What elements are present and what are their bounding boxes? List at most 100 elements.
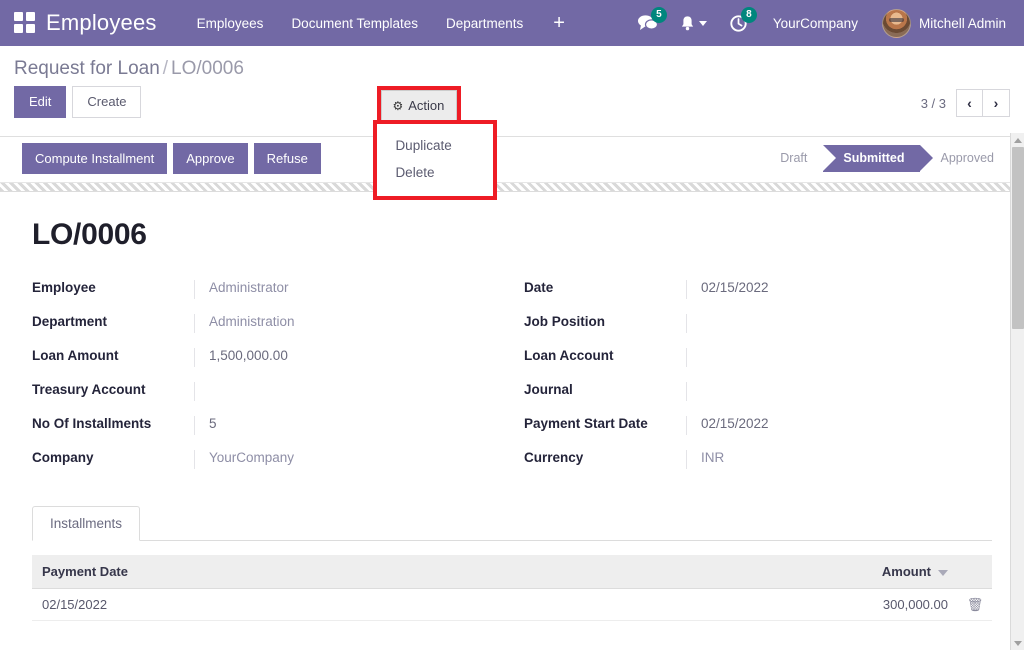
form-right-column: Date 02/15/2022 Job Position Loan Accoun…	[524, 280, 992, 484]
company-switcher[interactable]: YourCompany	[759, 2, 872, 45]
stage-draft[interactable]: Draft	[760, 144, 824, 172]
app-brand-title[interactable]: Employees	[46, 10, 157, 36]
column-actions	[958, 555, 992, 590]
breadcrumb-parent[interactable]: Request for Loan	[14, 58, 160, 79]
field-currency-value[interactable]: INR	[686, 450, 992, 470]
chevron-left-icon[interactable]: ‹	[956, 89, 983, 117]
action-item-delete[interactable]: Delete	[377, 159, 493, 186]
scroll-down-arrow-icon[interactable]	[1011, 636, 1024, 650]
field-journal-label: Journal	[524, 382, 573, 398]
compute-installment-button[interactable]: Compute Installment	[22, 142, 168, 175]
menu-item-document-templates[interactable]: Document Templates	[277, 2, 432, 45]
main-menu: Employees Document Templates Departments…	[183, 2, 581, 45]
field-date: Date 02/15/2022	[524, 280, 992, 300]
action-button[interactable]: ⚙ Action	[381, 90, 458, 122]
field-no-of-installments: No Of Installments 5	[32, 416, 500, 436]
field-payment-start-date-value[interactable]: 02/15/2022	[686, 416, 992, 436]
cell-amount[interactable]: 300,000.00	[495, 588, 958, 622]
cell-payment-date[interactable]: 03/15/2022	[32, 620, 495, 623]
installments-table-header: Payment Date Amount	[32, 555, 992, 590]
notebook: Installments Payment Date Amount 02/15/2…	[22, 506, 1002, 623]
field-date-value[interactable]: 02/15/2022	[686, 280, 992, 300]
stage-submitted[interactable]: Submitted	[823, 144, 934, 172]
field-company: Company YourCompany	[32, 450, 500, 470]
field-currency: Currency INR	[524, 450, 992, 470]
stage-approved[interactable]: Approved	[920, 144, 1010, 172]
field-job-position-value[interactable]	[686, 314, 992, 334]
action-menu-wrapper: ⚙ Action Duplicate Delete	[373, 86, 498, 200]
control-panel: Request for Loan / LO/0006 Edit Create ⚙ A…	[0, 46, 1024, 200]
user-menu[interactable]: Mitchell Admin	[872, 3, 1012, 44]
breadcrumb: Request for Loan / LO/0006	[14, 46, 1010, 84]
activities-badge: 8	[740, 6, 757, 23]
field-loan-amount-value[interactable]: 1,500,000.00	[194, 348, 500, 368]
field-no-of-installments-value[interactable]: 5	[194, 416, 500, 436]
table-row[interactable]: 02/15/2022 300,000.00 🗑	[32, 588, 992, 622]
menu-item-employees[interactable]: Employees	[183, 2, 278, 45]
field-payment-start-date: Payment Start Date 02/15/2022	[524, 416, 992, 436]
field-department: Department Administration	[32, 314, 500, 334]
add-menu-icon[interactable]: +	[537, 3, 581, 43]
create-button[interactable]: Create	[72, 86, 142, 118]
field-date-label: Date	[524, 280, 554, 296]
sort-desc-caret-icon	[938, 569, 948, 576]
pager-count: 3 / 3	[920, 95, 946, 111]
form-left-column: Employee Administrator Department Admini…	[32, 280, 500, 484]
vertical-scrollbar[interactable]	[1010, 133, 1024, 650]
bell-icon[interactable]	[669, 5, 718, 42]
stage-pipeline: Draft Submitted Approved	[760, 144, 1010, 172]
field-company-value[interactable]: YourCompany	[194, 450, 500, 470]
field-loan-account-value[interactable]	[686, 348, 992, 368]
field-treasury-account-value[interactable]	[194, 382, 500, 402]
field-loan-account: Loan Account	[524, 348, 992, 368]
form-sheet: LO/0006 Employee Administrator Departmen…	[0, 192, 1024, 623]
field-journal-value[interactable]	[686, 382, 992, 402]
clock-icon[interactable]: 8	[718, 4, 759, 43]
control-panel-buttons-row: Edit Create ⚙ Action Duplicate Delete 3 …	[14, 84, 1010, 200]
edit-button[interactable]: Edit	[14, 86, 67, 118]
field-department-value[interactable]: Administration	[194, 314, 500, 334]
page-title: LO/0006	[32, 218, 147, 252]
field-treasury-account-label: Treasury Account	[32, 382, 146, 398]
breadcrumb-current: LO/0006	[171, 58, 244, 79]
field-job-position: Job Position	[524, 314, 992, 334]
field-employee-label: Employee	[32, 280, 96, 296]
cell-payment-date[interactable]: 02/15/2022	[32, 588, 495, 622]
form-fields-grid: Employee Administrator Department Admini…	[22, 280, 1002, 484]
messages-icon[interactable]: 5	[626, 4, 669, 42]
navbar-right-tools: 5 8 YourCompany Mitchell Admin	[626, 2, 1012, 45]
field-employee: Employee Administrator	[32, 280, 500, 300]
approve-button[interactable]: Approve	[173, 142, 248, 175]
messages-badge: 5	[650, 7, 667, 23]
apps-grid-icon[interactable]	[14, 12, 36, 34]
notebook-tabs: Installments	[32, 506, 992, 542]
table-row[interactable]: 03/15/2022 300,000.00 🗑	[32, 620, 992, 623]
chevron-right-icon[interactable]: ›	[983, 89, 1010, 117]
cell-amount[interactable]: 300,000.00	[495, 620, 958, 623]
installments-table: Payment Date Amount 02/15/2022 300,000.0…	[32, 555, 992, 623]
workflow-buttons: Compute Installment Approve Refuse	[22, 142, 321, 175]
field-loan-account-label: Loan Account	[524, 348, 614, 364]
chevron-down-icon	[698, 20, 707, 26]
user-name-label: Mitchell Admin	[918, 15, 1006, 31]
scroll-up-arrow-icon[interactable]	[1011, 133, 1024, 147]
tab-installments[interactable]: Installments	[32, 506, 141, 542]
field-employee-value[interactable]: Administrator	[194, 280, 500, 300]
action-item-duplicate[interactable]: Duplicate	[377, 132, 493, 159]
trash-icon[interactable]: 🗑	[967, 597, 984, 612]
status-bar: Compute Installment Approve Refuse Draft…	[0, 136, 1024, 184]
gear-icon: ⚙	[392, 98, 404, 113]
cell-delete: 🗑	[958, 588, 992, 622]
menu-item-departments[interactable]: Departments	[432, 2, 537, 45]
table-header-row: Payment Date Amount	[32, 555, 992, 590]
field-job-position-label: Job Position	[524, 314, 605, 330]
refuse-button[interactable]: Refuse	[253, 142, 321, 175]
scrollbar-thumb[interactable]	[1012, 147, 1024, 329]
field-department-label: Department	[32, 314, 108, 330]
column-amount-label: Amount	[881, 564, 931, 580]
field-loan-amount: Loan Amount 1,500,000.00	[32, 348, 500, 368]
column-amount[interactable]: Amount	[495, 555, 958, 590]
column-payment-date[interactable]: Payment Date	[32, 555, 495, 590]
top-navbar: Employees Employees Document Templates D…	[0, 0, 1024, 46]
field-currency-label: Currency	[524, 450, 584, 466]
